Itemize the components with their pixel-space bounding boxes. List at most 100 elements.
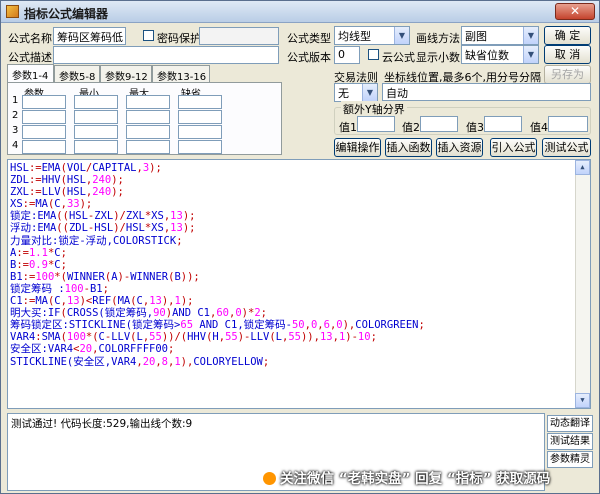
decimals-label: 显示小数 (416, 51, 460, 64)
code-line: STICKLINE(安全区,VAR4,20,8,1),COLORYELLOW; (10, 355, 270, 368)
param-default-cell[interactable] (178, 125, 222, 139)
param-min-cell[interactable] (74, 125, 118, 139)
code-line: 锁定筹码 :100-B1; (10, 282, 109, 295)
trade-rule-select[interactable]: 无 ▼ (334, 83, 378, 102)
param-min-cell[interactable] (74, 95, 118, 109)
param-row-index: 2 (12, 110, 19, 121)
code-editor[interactable]: HSL:=EMA(VOL/CAPITAL,3); ZDL:=HHV(HSL,240… (7, 159, 591, 409)
version-label: 公式版本 (287, 51, 331, 64)
app-icon (6, 5, 19, 18)
save-as-button[interactable]: 另存为 (544, 65, 591, 84)
test-results-button[interactable]: 测试结果 (547, 433, 593, 450)
chevron-down-icon: ▼ (394, 27, 409, 44)
tab-params-13-16[interactable]: 参数13-16 (152, 65, 210, 83)
code-line: 浮动:EMA((ZDL-HSL)/HSL*XS,13); (10, 222, 196, 235)
extra-axis-title: 额外Y轴分界 (341, 101, 407, 117)
param-max-cell[interactable] (126, 110, 170, 124)
param-name-cell[interactable] (22, 110, 66, 124)
test-formula-button[interactable]: 测试公式 (542, 138, 591, 157)
insert-resource-button[interactable]: 插入资源 (436, 138, 483, 157)
type-label: 公式类型 (287, 32, 331, 45)
param-row-index: 4 (12, 140, 19, 151)
param-default-cell[interactable] (178, 95, 222, 109)
code-line: B1:=100*(WINNER(A)-WINNER(B)); (10, 270, 200, 283)
chevron-down-icon: ▼ (362, 84, 377, 101)
code-line: 安全区:VAR4<20,COLORFFFF00; (10, 343, 175, 356)
param-panel: 参数 最小 最大 缺省 1 2 3 4 (7, 82, 282, 155)
coord-input[interactable]: 自动 (382, 83, 591, 101)
code-line: ZXL:=LLV(HSL,240); (10, 186, 124, 199)
password-label: 密码保护 (157, 32, 201, 45)
wechat-logo-icon (263, 472, 276, 485)
code-line: 锁定:EMA((HSL-ZXL)/ZXL*XS,13); (10, 210, 196, 223)
cancel-button[interactable]: 取 消 (544, 45, 591, 64)
value4-label: 值4 (530, 121, 548, 134)
decimals-select-value: 缺省位数 (465, 49, 509, 62)
scroll-up-icon[interactable]: ▲ (575, 160, 590, 175)
tab-params-1-4[interactable]: 参数1-4 (7, 64, 54, 83)
edit-operation-button[interactable]: 编辑操作 (334, 138, 381, 157)
draw-select-value: 副图 (465, 30, 487, 43)
code-line: B:=0.9*C; (10, 258, 67, 271)
param-max-cell[interactable] (126, 125, 170, 139)
ok-button[interactable]: 确 定 (544, 26, 591, 45)
insert-function-button[interactable]: 插入函数 (385, 138, 432, 157)
param-wizard-button[interactable]: 参数精灵 (547, 451, 593, 468)
close-button[interactable]: ✕ (555, 3, 595, 20)
param-row-index: 3 (12, 125, 19, 136)
code-line: 筹码锁定区:STICKLINE(锁定筹码>65 AND C1,锁定筹码-50,0… (10, 319, 425, 332)
name-label: 公式名称 (8, 32, 52, 45)
tab-params-5-8[interactable]: 参数5-8 (54, 65, 100, 83)
value4-input[interactable] (548, 116, 588, 132)
scroll-down-icon[interactable]: ▼ (575, 393, 590, 408)
cloud-label: 云公式 (382, 51, 415, 64)
title-bar[interactable]: 指标公式编辑器 ✕ (1, 1, 599, 23)
draw-select[interactable]: 副图 ▼ (461, 26, 539, 45)
code-line: 明大买:IF(CROSS(锁定筹码,90)AND C1,60,0)*2; (10, 307, 267, 320)
formula-editor-window: 指标公式编辑器 ✕ 公式名称 筹码区筹码低 密码保护 公式类型 均线型 ▼ 画线… (0, 0, 600, 494)
tab-params-9-12[interactable]: 参数9-12 (100, 65, 152, 83)
code-lines: HSL:=EMA(VOL/CAPITAL,3); ZDL:=HHV(HSL,240… (10, 162, 588, 368)
import-formula-button[interactable]: 引入公式 (490, 138, 537, 157)
editor-scrollbar[interactable]: ▲ ▼ (575, 160, 590, 408)
chevron-down-icon: ▼ (523, 46, 538, 63)
name-input[interactable]: 筹码区筹码低 (53, 27, 126, 45)
trade-rule-value: 无 (338, 87, 349, 100)
param-max-cell[interactable] (126, 140, 170, 154)
param-default-cell[interactable] (178, 140, 222, 154)
param-min-cell[interactable] (74, 110, 118, 124)
code-line: ZDL:=HHV(HSL,240); (10, 174, 124, 187)
chevron-down-icon: ▼ (523, 27, 538, 44)
code-line: A:=1.1*C; (10, 246, 67, 259)
password-input[interactable] (199, 27, 279, 45)
draw-label: 画线方法 (416, 32, 460, 45)
password-checkbox[interactable] (143, 30, 154, 41)
desc-input[interactable] (53, 46, 279, 64)
value1-label: 值1 (339, 121, 357, 134)
code-line: C1:=MA(C,13)<REF(MA(C,13),1); (10, 295, 194, 308)
decimals-select[interactable]: 缺省位数 ▼ (461, 45, 539, 64)
param-name-cell[interactable] (22, 95, 66, 109)
window-title: 指标公式编辑器 (24, 7, 109, 21)
param-max-cell[interactable] (126, 95, 170, 109)
value1-input[interactable] (357, 116, 395, 132)
watermark: 关注微信 “老韩实盘” 回复 “指标” 获取源码 (263, 467, 550, 487)
dynamic-translate-button[interactable]: 动态翻译 (547, 415, 593, 432)
param-name-cell[interactable] (22, 125, 66, 139)
value3-label: 值3 (466, 121, 484, 134)
code-line: HSL:=EMA(VOL/CAPITAL,3); (10, 162, 162, 174)
value2-input[interactable] (420, 116, 458, 132)
status-message: 测试通过! 代码长度:529,输出线个数:9 (11, 418, 193, 430)
version-input[interactable]: 0 (334, 46, 360, 64)
code-line: XS:=MA(C,33); (10, 198, 93, 211)
cloud-checkbox[interactable] (368, 49, 379, 60)
type-select-value: 均线型 (338, 30, 371, 43)
param-default-cell[interactable] (178, 110, 222, 124)
param-row-index: 1 (12, 95, 19, 106)
param-name-cell[interactable] (22, 140, 66, 154)
value3-input[interactable] (484, 116, 522, 132)
value2-label: 值2 (402, 121, 420, 134)
type-select[interactable]: 均线型 ▼ (334, 26, 410, 45)
param-min-cell[interactable] (74, 140, 118, 154)
desc-label: 公式描述 (8, 51, 52, 64)
